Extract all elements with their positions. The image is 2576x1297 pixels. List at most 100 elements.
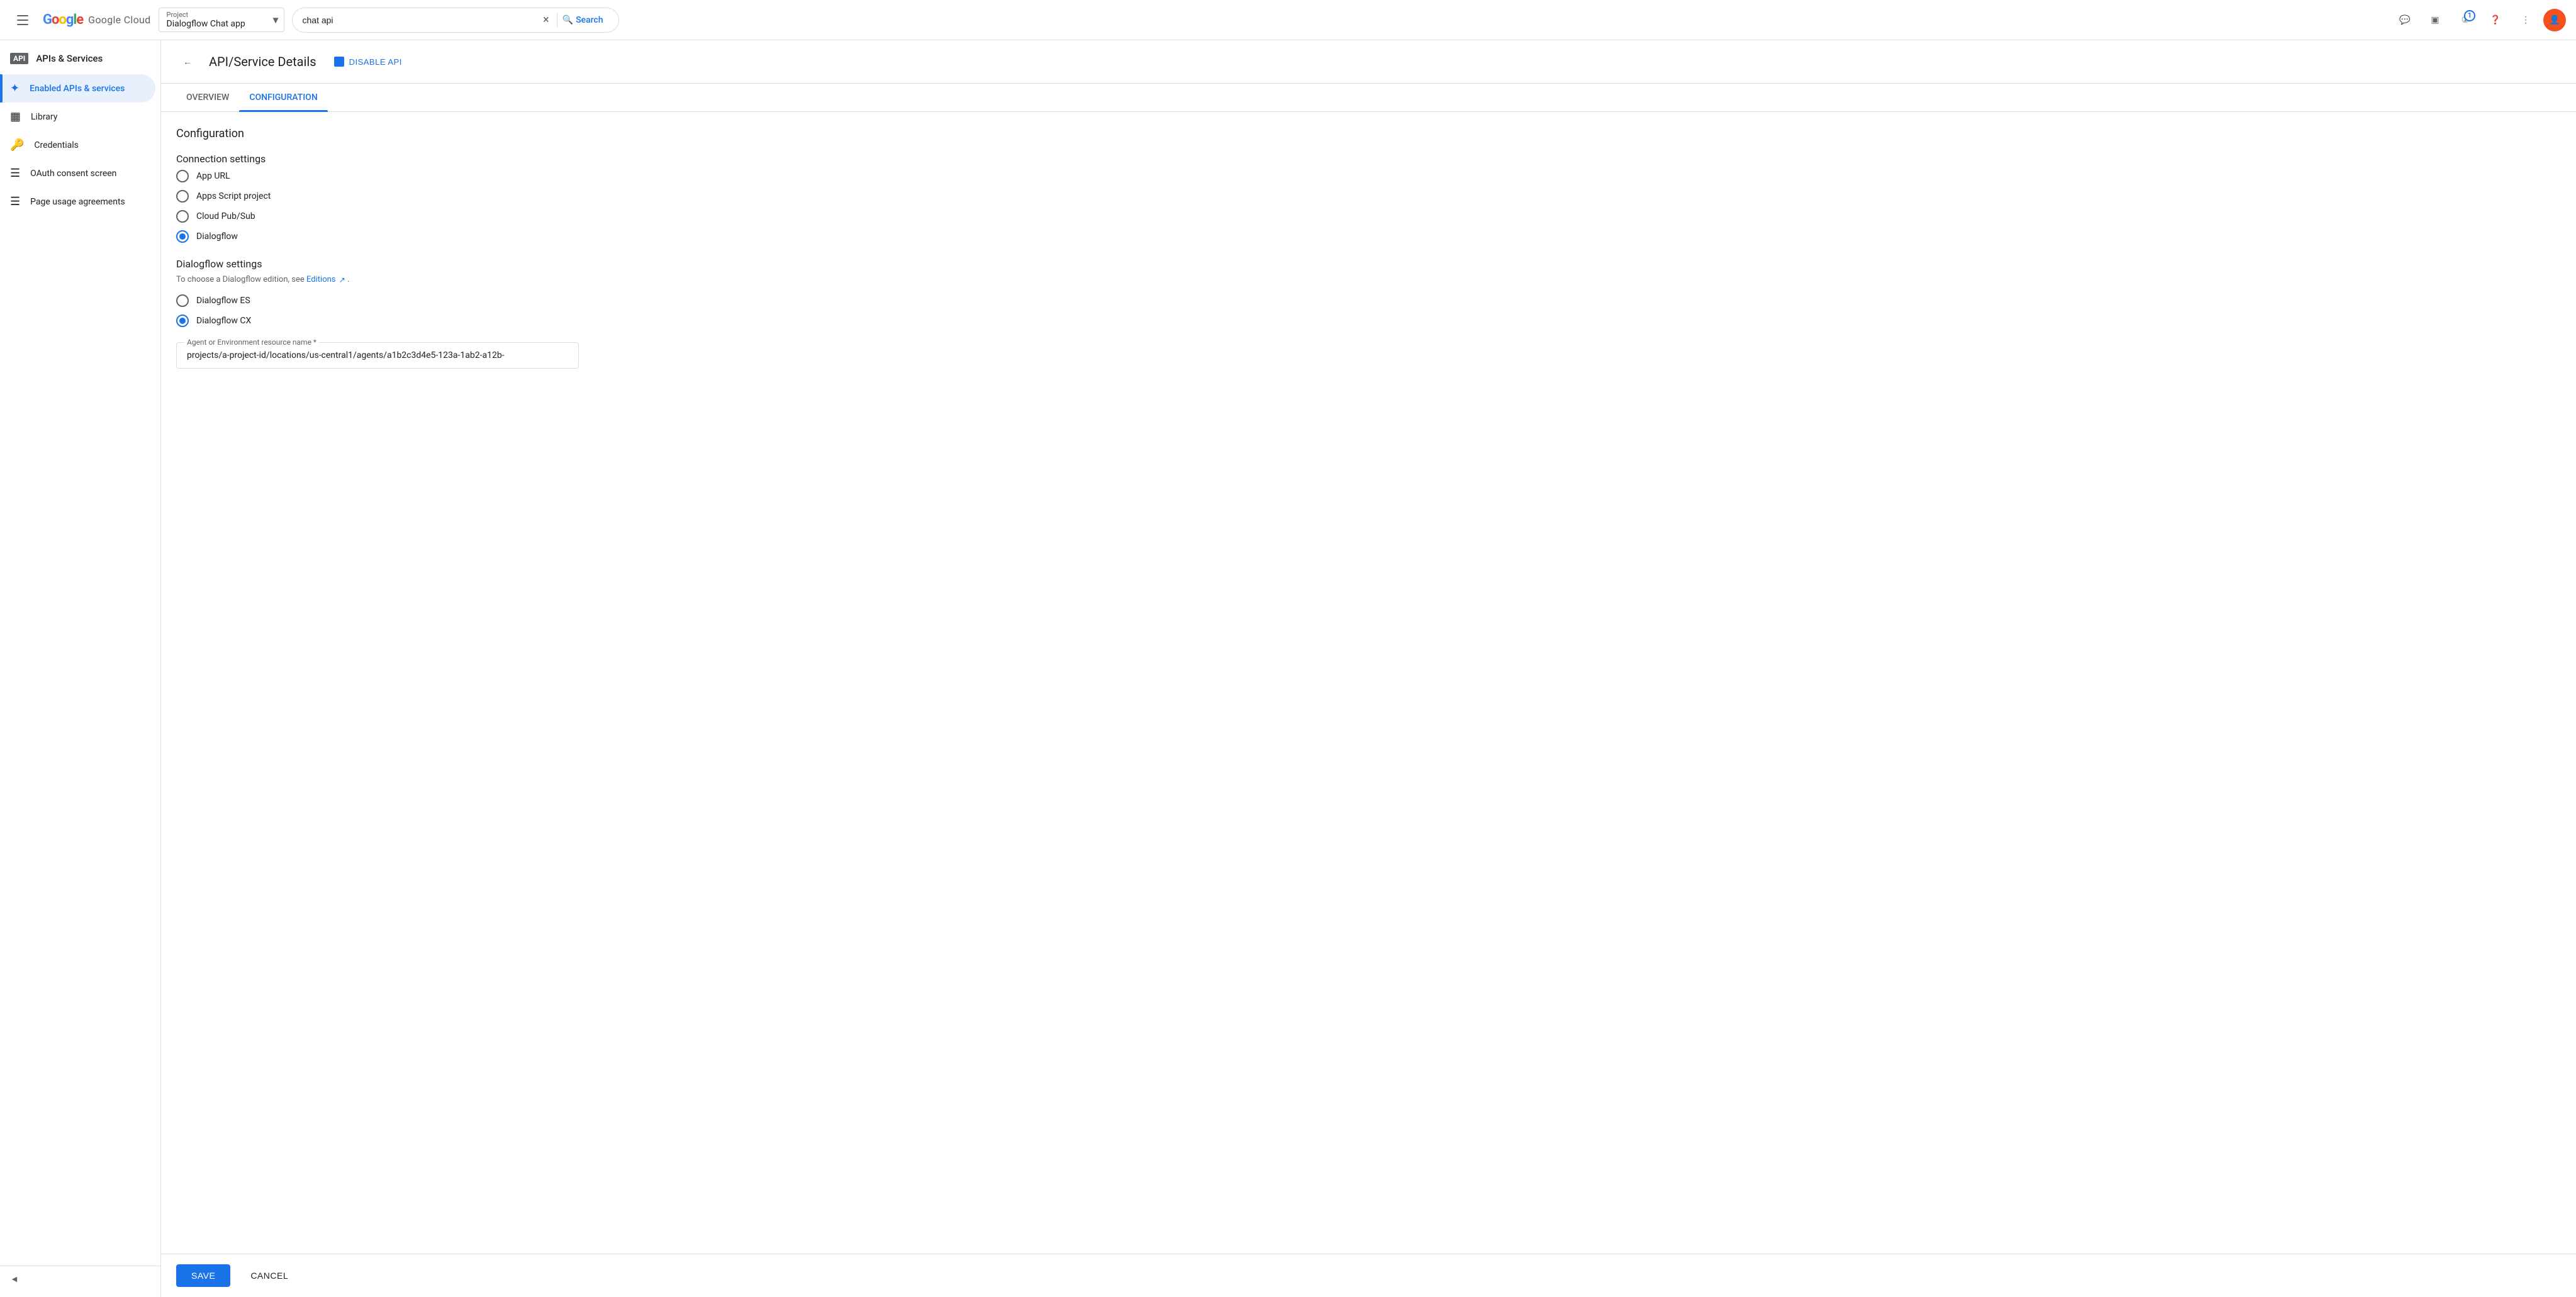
connection-settings-title: Connection settings <box>176 153 2561 165</box>
layout: API APIs & Services ✦ Enabled APIs & ser… <box>0 40 2576 1297</box>
library-icon: ▦ <box>10 110 21 123</box>
radio-label-apps-script: Apps Script project <box>196 191 271 201</box>
collapse-sidebar-button[interactable]: ◄ <box>10 1274 150 1284</box>
dialogflow-settings-title: Dialogflow settings <box>176 258 2561 270</box>
radio-circle-app-url <box>176 170 189 182</box>
avatar-image: 👤 <box>2549 15 2560 25</box>
sidebar: API APIs & Services ✦ Enabled APIs & ser… <box>0 40 161 1297</box>
desc-end: . <box>347 275 349 284</box>
dialogflow-edition-radio-group: Dialogflow ES Dialogflow CX <box>176 294 2561 327</box>
notification-bell-button[interactable]: ① 1 <box>2453 8 2478 33</box>
main-content: ← API/Service Details DISABLE API OVERVI… <box>161 40 2576 1297</box>
notifications-button[interactable]: 💬 <box>2392 8 2417 33</box>
notification-count: 1 <box>2464 10 2475 21</box>
cloud-text: Google Cloud <box>88 14 150 26</box>
more-icon: ⋮ <box>2521 15 2530 25</box>
radio-label-dialogflow-es: Dialogflow ES <box>196 296 250 306</box>
radio-circle-dialogflow <box>176 230 189 243</box>
radio-cloud-pubsub[interactable]: Cloud Pub/Sub <box>176 210 2561 223</box>
page-usage-icon: ☰ <box>10 195 20 208</box>
help-icon: ❓ <box>2490 15 2500 25</box>
back-arrow-icon: ← <box>183 57 192 67</box>
back-button[interactable]: ← <box>176 50 199 73</box>
credentials-icon: 🔑 <box>10 138 24 152</box>
radio-label-app-url: App URL <box>196 171 230 181</box>
config-content: Configuration Connection settings App UR… <box>161 112 2576 1254</box>
tabs-bar: OVERVIEW CONFIGURATION <box>161 84 2576 112</box>
more-options-button[interactable]: ⋮ <box>2513 8 2538 33</box>
page-title: API/Service Details <box>209 54 316 69</box>
radio-apps-script[interactable]: Apps Script project <box>176 190 2561 203</box>
tab-overview[interactable]: OVERVIEW <box>176 84 239 111</box>
cancel-button[interactable]: CANCEL <box>240 1264 298 1287</box>
api-icon: API <box>10 53 28 64</box>
sidebar-footer: ◄ <box>0 1266 160 1292</box>
radio-dialogflow-es[interactable]: Dialogflow ES <box>176 294 2561 307</box>
google-cloud-logo[interactable]: Google Google Cloud <box>43 12 151 28</box>
oauth-icon: ☰ <box>10 167 20 180</box>
sidebar-header: API APIs & Services <box>0 45 160 74</box>
radio-app-url[interactable]: App URL <box>176 170 2561 182</box>
disable-icon <box>334 57 344 67</box>
sidebar-item-oauth[interactable]: ☰ OAuth consent screen <box>0 159 155 187</box>
sidebar-item-label: Library <box>31 112 57 122</box>
user-avatar[interactable]: 👤 <box>2543 9 2566 31</box>
sidebar-item-enabled-apis[interactable]: ✦ Enabled APIs & services <box>0 74 155 103</box>
agent-resource-value[interactable]: projects/a-project-id/locations/us-centr… <box>187 350 568 360</box>
sidebar-item-label: OAuth consent screen <box>30 169 116 179</box>
agent-resource-field: Agent or Environment resource name * pro… <box>176 342 579 369</box>
sidebar-item-label: Enabled APIs & services <box>30 84 125 94</box>
sidebar-item-label: Credentials <box>34 140 78 150</box>
sidebar-item-library[interactable]: ▦ Library <box>0 103 155 131</box>
search-bar: × 🔍 Search <box>292 8 619 33</box>
search-icon: 🔍 <box>563 15 573 25</box>
help-button[interactable]: ❓ <box>2483 8 2508 33</box>
project-label: Project <box>167 11 264 19</box>
collapse-icon: ◄ <box>10 1274 19 1284</box>
search-label: Search <box>576 15 603 25</box>
radio-circle-dialogflow-cx <box>176 315 189 327</box>
sidebar-item-credentials[interactable]: 🔑 Credentials <box>0 131 155 159</box>
search-button[interactable]: 🔍 Search <box>557 13 608 28</box>
disable-api-button[interactable]: DISABLE API <box>327 52 410 72</box>
radio-label-dialogflow-cx: Dialogflow CX <box>196 316 251 326</box>
chat-icon: 💬 <box>2399 15 2410 25</box>
project-name: Dialogflow Chat app <box>167 19 264 29</box>
clear-search-button[interactable]: × <box>543 13 549 26</box>
chevron-down-icon: ▾ <box>272 13 278 26</box>
disable-api-label: DISABLE API <box>349 57 402 67</box>
configuration-title: Configuration <box>176 127 2561 140</box>
search-input[interactable] <box>303 15 539 25</box>
topbar: Google Google Cloud Project Dialogflow C… <box>0 0 2576 40</box>
terminal-icon: ▣ <box>2431 15 2439 25</box>
page-header: ← API/Service Details DISABLE API <box>161 40 2576 84</box>
connection-type-radio-group: App URL Apps Script project Cloud Pub/Su… <box>176 170 2561 243</box>
topbar-right: 💬 ▣ ① 1 ❓ ⋮ 👤 <box>2392 8 2566 33</box>
agent-resource-label: Agent or Environment resource name * <box>184 338 319 347</box>
sidebar-title: APIs & Services <box>36 53 103 64</box>
bottom-bar: SAVE CANCEL <box>161 1254 2576 1297</box>
hamburger-menu[interactable] <box>10 8 35 33</box>
radio-dialogflow-cx[interactable]: Dialogflow CX <box>176 315 2561 327</box>
radio-dialogflow[interactable]: Dialogflow <box>176 230 2561 243</box>
radio-label-cloud-pubsub: Cloud Pub/Sub <box>196 211 255 221</box>
dialogflow-settings-description: To choose a Dialogflow edition, see Edit… <box>176 275 2561 284</box>
editions-link-text: Editions <box>306 275 335 284</box>
project-selector[interactable]: Project Dialogflow Chat app ▾ <box>159 8 284 32</box>
enabled-apis-icon: ✦ <box>10 82 20 95</box>
dialogflow-settings-section: Dialogflow settings To choose a Dialogfl… <box>176 258 2561 369</box>
tab-configuration[interactable]: CONFIGURATION <box>239 84 327 111</box>
connection-settings-section: Connection settings App URL Apps Script … <box>176 153 2561 243</box>
sidebar-item-label: Page usage agreements <box>30 197 125 207</box>
radio-circle-apps-script <box>176 190 189 203</box>
radio-circle-cloud-pubsub <box>176 210 189 223</box>
desc-text: To choose a Dialogflow edition, see <box>176 275 305 284</box>
external-link-icon: ↗ <box>339 276 345 284</box>
sidebar-nav: ✦ Enabled APIs & services ▦ Library 🔑 Cr… <box>0 74 160 1266</box>
editions-link[interactable]: Editions ↗ <box>306 275 347 284</box>
save-button[interactable]: SAVE <box>176 1264 230 1287</box>
radio-label-dialogflow: Dialogflow <box>196 231 238 242</box>
radio-circle-dialogflow-es <box>176 294 189 307</box>
sidebar-item-page-usage[interactable]: ☰ Page usage agreements <box>0 187 155 216</box>
cloud-shell-button[interactable]: ▣ <box>2422 8 2448 33</box>
